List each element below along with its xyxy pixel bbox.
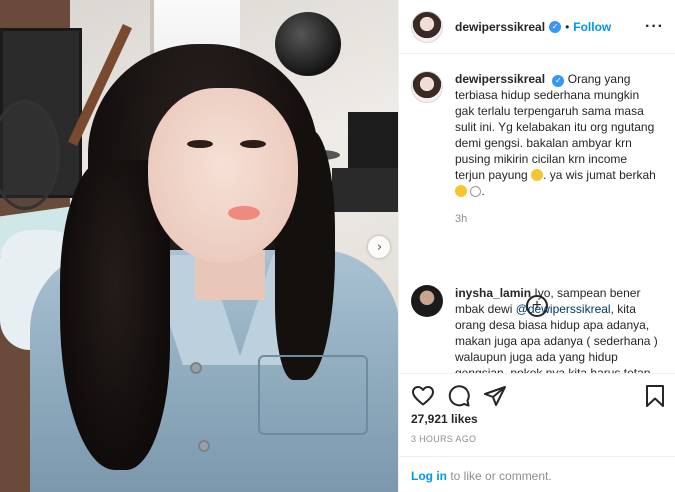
background-cabinet bbox=[332, 168, 398, 212]
comment-username[interactable]: inysha_lamin bbox=[455, 286, 531, 300]
jacket-button bbox=[198, 440, 210, 452]
jacket-pocket bbox=[258, 355, 368, 435]
post-header: dewiperssikreal ✓ • Follow ··· bbox=[399, 0, 675, 54]
login-prompt: Log in to like or comment. bbox=[399, 456, 675, 492]
login-link[interactable]: Log in bbox=[411, 469, 447, 483]
left-eye bbox=[187, 140, 213, 148]
action-icons bbox=[411, 384, 666, 410]
carousel-next-button[interactable]: › bbox=[368, 236, 390, 258]
follow-button[interactable]: Follow bbox=[573, 20, 611, 34]
caption: dewiperssikreal ✓ Orang yang terbiasa hi… bbox=[411, 71, 666, 227]
separator-dot: • bbox=[565, 19, 570, 34]
post-actions: 27,921 likes 3 HOURS AGO Log in to like … bbox=[399, 373, 675, 491]
avatar[interactable] bbox=[411, 10, 443, 43]
more-options-icon[interactable]: ··· bbox=[645, 18, 664, 36]
post-timestamp[interactable]: 3 HOURS AGO bbox=[411, 434, 476, 444]
background-tv bbox=[348, 112, 398, 168]
caption-text-tail: . ya wis jumat berkah bbox=[543, 168, 656, 182]
comment-icon[interactable] bbox=[447, 384, 471, 408]
microphone bbox=[275, 12, 341, 76]
caption-username[interactable]: dewiperssikreal bbox=[455, 72, 545, 86]
caption-time[interactable]: 3h bbox=[455, 211, 660, 227]
right-eye bbox=[240, 140, 266, 148]
avatar[interactable] bbox=[411, 71, 443, 103]
likes-count[interactable]: 27,921 likes bbox=[411, 412, 478, 426]
comment-item: inysha_lamin Iyo, sampean bener mbak dew… bbox=[411, 285, 666, 373]
verified-badge-icon: ✓ bbox=[549, 20, 562, 33]
grimacing-emoji-icon bbox=[531, 169, 544, 181]
heart-icon[interactable] bbox=[411, 384, 435, 408]
caption-body: dewiperssikreal ✓ Orang yang terbiasa hi… bbox=[455, 71, 660, 227]
emoji-icon bbox=[455, 185, 467, 197]
face bbox=[148, 88, 298, 263]
caption-text: Orang yang terbiasa hidup sederhana mung… bbox=[455, 72, 655, 182]
emoji-icon bbox=[470, 186, 482, 197]
avatar[interactable] bbox=[411, 285, 443, 317]
login-prompt-text: to like or comment. bbox=[447, 469, 552, 483]
lips bbox=[228, 206, 260, 220]
bookmark-icon[interactable] bbox=[643, 384, 667, 408]
comment-body: inysha_lamin Iyo, sampean bener mbak dew… bbox=[455, 285, 660, 373]
paper-plane-icon[interactable] bbox=[483, 384, 507, 408]
chevron-right-icon: › bbox=[376, 239, 383, 255]
verified-badge-icon: ✓ bbox=[552, 75, 565, 87]
post-side-panel: dewiperssikreal ✓ • Follow ··· dewiperss… bbox=[398, 0, 675, 492]
post-photo[interactable]: › bbox=[0, 0, 398, 492]
comments-list[interactable]: dewiperssikreal ✓ Orang yang terbiasa hi… bbox=[399, 55, 675, 373]
jacket-button bbox=[190, 362, 202, 374]
header-username[interactable]: dewiperssikreal bbox=[455, 20, 545, 34]
comment-mention-link[interactable]: @dewiperssikreal bbox=[516, 302, 611, 316]
